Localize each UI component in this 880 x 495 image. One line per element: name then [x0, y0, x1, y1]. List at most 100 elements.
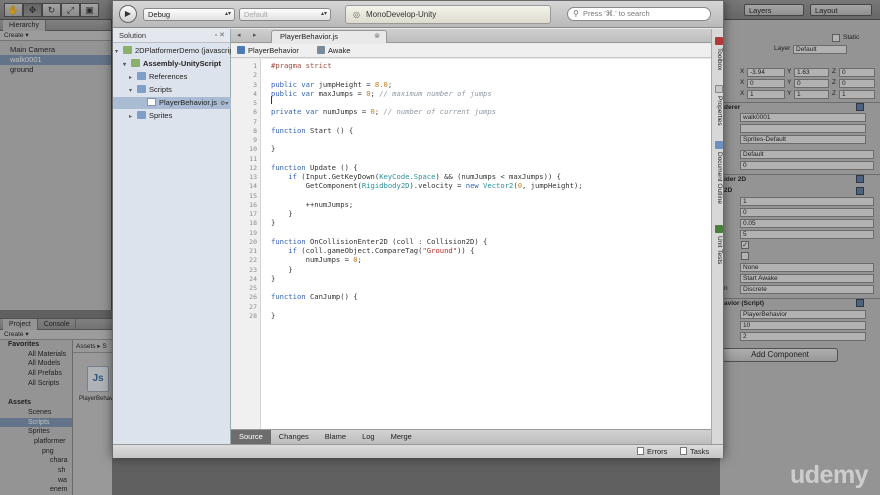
material-field[interactable]: Sprites-Default [740, 135, 866, 144]
tab-changes[interactable]: Changes [271, 430, 317, 444]
scale-tool-icon[interactable]: ⤢ [61, 3, 80, 17]
hand-tool-icon[interactable]: ✋ [4, 3, 23, 17]
expand-arrow-icon[interactable]: ▾ [115, 46, 123, 58]
layout-dropdown[interactable]: Layout [810, 4, 872, 16]
position-z-field[interactable]: 0 [839, 68, 875, 77]
script-field[interactable]: PlayerBehavior [740, 310, 866, 319]
tree-item-solution[interactable]: ▾ 2DPlatformerDemo (javascript) [115, 45, 238, 57]
path-method[interactable]: Awake [328, 46, 350, 55]
unit-tests-tab[interactable]: Unit Tests [713, 225, 723, 264]
sorting-layer-dropdown[interactable]: Default [740, 150, 874, 159]
sleeping-mode-dropdown[interactable]: Start Awake [740, 274, 874, 283]
tree-item-references[interactable]: ▸ References [129, 71, 187, 83]
close-icon[interactable]: ⊗ [374, 31, 380, 43]
jump-height-field[interactable]: 10 [740, 321, 866, 330]
order-field[interactable]: 0 [740, 161, 874, 170]
rotation-y-field[interactable]: 0 [794, 79, 829, 88]
document-outline-tab[interactable]: Document Outline [713, 141, 723, 204]
layer-dropdown[interactable]: Default [793, 45, 847, 54]
solution-title: Solution [119, 31, 147, 40]
angular-drag-field[interactable]: 0.05 [740, 219, 874, 228]
hierarchy-tab[interactable]: Hierarchy [3, 19, 46, 31]
js-file-icon[interactable]: Js [87, 366, 109, 392]
nav-forward-icon[interactable]: ▸ [253, 29, 257, 43]
interpolate-dropdown[interactable]: None [740, 263, 874, 272]
code-token: function [271, 162, 306, 172]
component-help-icon[interactable] [856, 187, 864, 195]
code-token: public var [271, 88, 315, 98]
tab-merge[interactable]: Merge [383, 430, 420, 444]
expand-arrow-icon[interactable]: ▾ [123, 59, 131, 71]
expand-arrow-icon[interactable]: ▸ [129, 72, 137, 84]
scale-x-field[interactable]: 1 [747, 90, 785, 99]
fixed-angle-checkbox[interactable]: ✓ [741, 241, 749, 249]
mass-field[interactable]: 1 [740, 197, 874, 206]
code-token: } [271, 310, 276, 320]
rotate-tool-icon[interactable]: ↻ [42, 3, 61, 17]
tasks-button[interactable]: Tasks [680, 445, 709, 459]
properties-tab[interactable]: Properties [713, 85, 723, 126]
config-dropdown[interactable]: Debug ▴▾ [143, 8, 235, 21]
expand-arrow-icon[interactable]: ▸ [129, 111, 137, 123]
solution-pad: Solution ▫ ✕ ▾ 2DPlatformerDemo (javascri… [113, 29, 238, 444]
hierarchy-create[interactable]: Create ▾ [0, 31, 111, 41]
hierarchy-item-main-camera[interactable]: Main Camera [0, 45, 111, 55]
tab-source[interactable]: Source [231, 430, 271, 444]
project-create[interactable]: Create ▾ [0, 330, 112, 340]
component-help-icon[interactable] [856, 299, 864, 307]
run-button[interactable]: ▶ [119, 5, 137, 23]
collision-detection-dropdown[interactable]: Discrete [740, 285, 874, 294]
expand-arrow-icon[interactable]: ▾ [129, 85, 137, 97]
tab-playerbehavior[interactable]: PlayerBehavior.js ⊗ [271, 30, 387, 43]
position-y-field[interactable]: 1.63 [794, 68, 829, 77]
nav-back-icon[interactable]: ◂ [237, 29, 241, 43]
project-tab[interactable]: Project [3, 318, 38, 330]
max-jumps-field[interactable]: 2 [740, 332, 866, 341]
rotation-z-field[interactable]: 0 [839, 79, 875, 88]
rect-tool-icon[interactable]: ▣ [80, 3, 99, 17]
layers-dropdown[interactable]: Layers [744, 4, 804, 16]
errors-button[interactable]: Errors [637, 445, 667, 459]
properties-label: Properties [716, 96, 723, 126]
component-help-icon[interactable] [856, 103, 864, 111]
errors-icon [637, 447, 644, 455]
rotation-x-field[interactable]: 0 [747, 79, 785, 88]
search-field[interactable]: ⚲ Press '⌘.' to search [567, 7, 711, 21]
scl-z-label: Z [832, 90, 836, 97]
kinematic-checkbox[interactable] [741, 252, 749, 260]
toolbox-tab[interactable]: Toolbox [713, 37, 723, 70]
tab-blame[interactable]: Blame [317, 430, 354, 444]
tree-item-scripts[interactable]: ▾ Scripts [129, 84, 172, 96]
code-line-22: numJumps = 0; [271, 255, 362, 264]
solution-icon [123, 46, 132, 54]
hierarchy-item-ground[interactable]: ground [0, 65, 111, 75]
code-editor[interactable]: 1 2 3 4 5 6 7 8 9 10 11 12 13 14 15 16 17 18 19 20 21 22 23 24 2… [231, 59, 711, 429]
tree-item-sprites[interactable]: ▸ Sprites [129, 110, 172, 122]
folder-icon [137, 72, 146, 80]
assets-grid: Assets ▸ S Js PlayerBehavior [72, 340, 120, 495]
move-tool-icon[interactable]: ✥ [23, 3, 42, 17]
line-number: 21 [249, 247, 257, 255]
drag-field[interactable]: 0 [740, 208, 874, 217]
component-help-icon[interactable] [856, 175, 864, 183]
tree-item-assembly[interactable]: ▾ Assembly-UnityScript [123, 58, 221, 70]
add-component-button[interactable]: Add Component [722, 348, 838, 362]
gravity-field[interactable]: 5 [740, 230, 874, 239]
scale-y-field[interactable]: 1 [794, 90, 829, 99]
line-number: 26 [249, 293, 257, 302]
path-class[interactable]: PlayerBehavior [248, 46, 299, 55]
sprite-field[interactable]: walk0001 [740, 113, 866, 122]
position-x-field[interactable]: -3.94 [747, 68, 785, 77]
scale-z-field[interactable]: 1 [839, 90, 875, 99]
code-line-24: } [271, 274, 275, 283]
code-line-21: if (coll.gameObject.CompareTag("Ground")… [271, 246, 474, 255]
tab-log[interactable]: Log [354, 430, 383, 444]
static-checkbox[interactable] [832, 34, 840, 42]
hierarchy-item-walk0001[interactable]: walk0001 [0, 55, 111, 65]
console-tab[interactable]: Console [38, 318, 77, 330]
tree-item-playerbehavior[interactable]: PlayerBehavior.js ⚙▾ [113, 97, 231, 109]
code-token: public var [271, 79, 315, 89]
gear-icon[interactable]: ⚙▾ [220, 101, 228, 107]
pad-controls-icon[interactable]: ▫ ✕ [215, 29, 225, 43]
color-field[interactable] [740, 124, 866, 133]
